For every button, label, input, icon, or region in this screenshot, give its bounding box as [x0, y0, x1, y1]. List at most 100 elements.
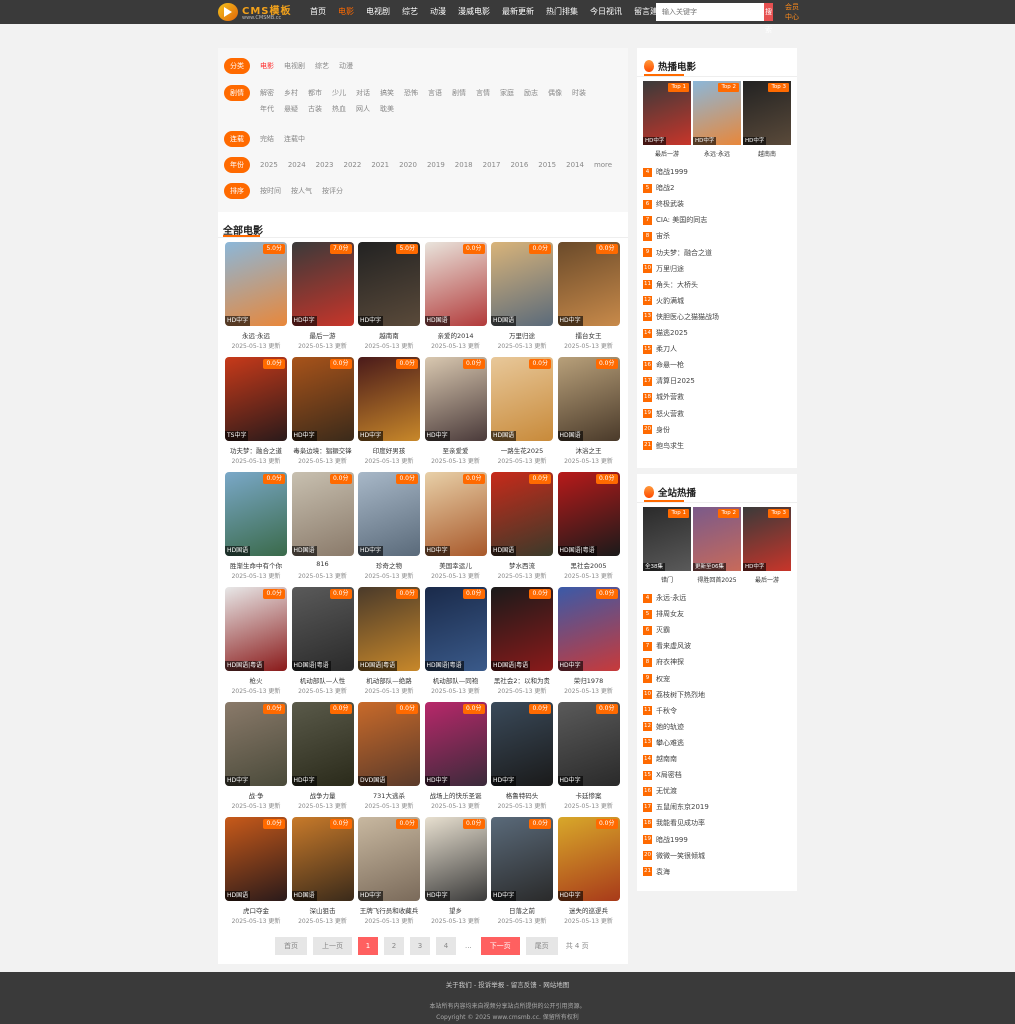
- rank-item[interactable]: 16 命悬一枪: [643, 357, 791, 373]
- movie-poster[interactable]: 0.0分 HD中字: [358, 817, 420, 901]
- movie-title[interactable]: 深山狙击: [292, 905, 354, 915]
- filter-option[interactable]: 按人气: [291, 186, 312, 196]
- filter-option[interactable]: 2022: [343, 161, 361, 169]
- movie-title[interactable]: 亲爱的2014: [425, 330, 487, 340]
- rank-item[interactable]: 18 城外营救: [643, 389, 791, 405]
- rank-title[interactable]: 越南南: [656, 754, 677, 764]
- movie-poster[interactable]: 0.0分 HD中字: [424, 472, 487, 556]
- filter-option[interactable]: 都市: [308, 85, 322, 101]
- filter-option[interactable]: 2014: [566, 161, 584, 169]
- movie-poster[interactable]: 0.0分 HD中字: [557, 817, 620, 901]
- movie-title[interactable]: 黑社会2005: [558, 560, 620, 570]
- search-button[interactable]: 搜索: [764, 3, 773, 34]
- rank-title[interactable]: CIA: 美国的同志: [656, 215, 707, 225]
- filter-option[interactable]: 动漫: [339, 61, 353, 71]
- page-number-button[interactable]: 1: [358, 937, 378, 955]
- filter-option[interactable]: 综艺: [315, 61, 329, 71]
- movie-title[interactable]: 望乡: [425, 905, 487, 915]
- movie-title[interactable]: 战·争: [225, 790, 287, 800]
- movie-poster[interactable]: 0.0分 HD国语|粤语: [291, 587, 354, 671]
- movie-title[interactable]: 至亲爱爱: [425, 445, 487, 455]
- movie-title[interactable]: 731大逃杀: [358, 790, 420, 800]
- movie-poster[interactable]: 0.0分 HD中字: [557, 587, 620, 671]
- movie-poster[interactable]: 0.0分 HD中字: [358, 472, 420, 556]
- rank-title[interactable]: X局密档: [656, 770, 682, 780]
- movie-title[interactable]: 毒枭边境：猖獗交锋: [292, 445, 354, 455]
- filter-option[interactable]: 年代: [260, 101, 274, 117]
- movie-title[interactable]: 卡廷惨案: [558, 790, 620, 800]
- movie-card[interactable]: 0.0分 HD国语|粤语 机动部队—人性 2025-05-13 更新: [291, 587, 354, 697]
- filter-option[interactable]: 悬疑: [284, 101, 298, 117]
- filter-option[interactable]: 耽美: [380, 101, 394, 117]
- rank-item[interactable]: 20 身份: [643, 422, 791, 438]
- member-center-link[interactable]: 会员中心: [784, 2, 800, 22]
- rank-item[interactable]: 17 清算日2025: [643, 373, 791, 389]
- rank-item[interactable]: 15 X局密档: [643, 767, 791, 783]
- rank-title[interactable]: 我能看见成功率: [656, 818, 705, 828]
- nav-item[interactable]: 动漫: [424, 0, 452, 24]
- rank-item[interactable]: 6 终极武装: [643, 196, 791, 212]
- movie-title[interactable]: 战场上的快乐圣诞: [425, 790, 487, 800]
- movie-title[interactable]: 枪火: [225, 675, 287, 685]
- movie-poster[interactable]: 0.0分 HD国语: [291, 817, 354, 901]
- rank-title[interactable]: 看来虚风波: [656, 641, 691, 651]
- top-poster[interactable]: Top 3 HD中字: [743, 507, 791, 571]
- movie-card[interactable]: 0.0分 HD中字 战场上的快乐圣诞 2025-05-13 更新: [424, 702, 487, 812]
- top-card[interactable]: Top 3 HD中字 越南南: [743, 81, 791, 161]
- movie-poster[interactable]: 5.0分 HD中字: [225, 242, 287, 326]
- top-card[interactable]: Top 1 HD中字 最后一游: [643, 81, 691, 161]
- movie-card[interactable]: 0.0分 HD国语 深山狙击 2025-05-13 更新: [291, 817, 354, 927]
- movie-card[interactable]: 0.0分 HD国语 梦水西流 2025-05-13 更新: [491, 472, 553, 582]
- filter-option[interactable]: 2020: [399, 161, 417, 169]
- rank-title[interactable]: 排周女友: [656, 609, 684, 619]
- movie-title[interactable]: 印度好男孩: [358, 445, 420, 455]
- filter-option[interactable]: 解密: [260, 85, 274, 101]
- rank-item[interactable]: 18 我能看见成功率: [643, 815, 791, 831]
- rank-item[interactable]: 11 角头：大桥头: [643, 277, 791, 293]
- movie-poster[interactable]: 7.0分 HD中字: [291, 242, 354, 326]
- movie-card[interactable]: 0.0分 HD国语 虎口夺金 2025-05-13 更新: [225, 817, 287, 927]
- movie-title[interactable]: 荣归1978: [558, 675, 620, 685]
- rank-item[interactable]: 14 越南南: [643, 751, 791, 767]
- filter-option[interactable]: 2024: [288, 161, 306, 169]
- movie-poster[interactable]: 0.0分 HD国语|粤语: [557, 472, 620, 556]
- nav-item[interactable]: 最新更新: [496, 0, 540, 24]
- rank-title[interactable]: 身份: [656, 425, 670, 435]
- movie-title[interactable]: 黑社会2：以和为贵: [491, 675, 553, 685]
- filter-option[interactable]: 2019: [427, 161, 445, 169]
- filter-option[interactable]: 励志: [524, 85, 538, 101]
- rank-title[interactable]: 荔枝树下热烈地: [656, 690, 705, 700]
- filter-option[interactable]: 恐怖: [404, 85, 418, 101]
- top-card[interactable]: Top 3 HD中字最后一游: [743, 507, 791, 587]
- rank-title[interactable]: 微微一笑很倾城: [656, 851, 705, 861]
- movie-title[interactable]: 永远·永远: [225, 330, 287, 340]
- rank-item[interactable]: 17 五鼠闹东京2019: [643, 799, 791, 815]
- movie-poster[interactable]: 0.0分 HD国语: [491, 242, 553, 326]
- rank-title[interactable]: 五鼠闹东京2019: [656, 802, 709, 812]
- rank-title[interactable]: 功夫梦：融合之道: [656, 248, 712, 258]
- movie-poster[interactable]: 0.0分 HD国语: [291, 472, 354, 556]
- filter-option[interactable]: 言情: [476, 85, 490, 101]
- movie-card[interactable]: 5.0分 HD中字 越南南 2025-05-13 更新: [358, 242, 420, 352]
- movie-card[interactable]: 0.0分 HD中字 格鲁特码头 2025-05-13 更新: [491, 702, 553, 812]
- rank-item[interactable]: 12 她的轨迹: [643, 719, 791, 735]
- rank-title[interactable]: 权宠: [656, 674, 670, 684]
- rank-title[interactable]: 命悬一枪: [656, 360, 684, 370]
- movie-title[interactable]: 胜渐生命中有个你: [225, 560, 287, 570]
- top-title[interactable]: 最后一游: [743, 575, 791, 584]
- top-title[interactable]: 最后一游: [643, 149, 691, 158]
- movie-title[interactable]: 虎口夺金: [225, 905, 287, 915]
- filter-option[interactable]: 网人: [356, 101, 370, 117]
- movie-title[interactable]: 沐浴之王: [558, 445, 620, 455]
- rank-item[interactable]: 20 微微一笑很倾城: [643, 848, 791, 864]
- rank-title[interactable]: 鲍鸟求生: [656, 441, 684, 451]
- prev-page-button[interactable]: 上一页: [313, 937, 352, 955]
- movie-poster[interactable]: 0.0分 HD国语: [225, 472, 287, 556]
- rank-item[interactable]: 10 荔枝树下热烈地: [643, 687, 791, 703]
- rank-item[interactable]: 7 CIA: 美国的同志: [643, 212, 791, 228]
- movie-poster[interactable]: 0.0分 DVD国语: [358, 702, 420, 786]
- last-page-button[interactable]: 尾页: [525, 937, 558, 955]
- movie-card[interactable]: 0.0分 HD中字 美国幸运儿 2025-05-13 更新: [424, 472, 487, 582]
- top-card[interactable]: Top 1 全38集 错门: [643, 507, 691, 587]
- nav-item[interactable]: 首页: [304, 0, 332, 24]
